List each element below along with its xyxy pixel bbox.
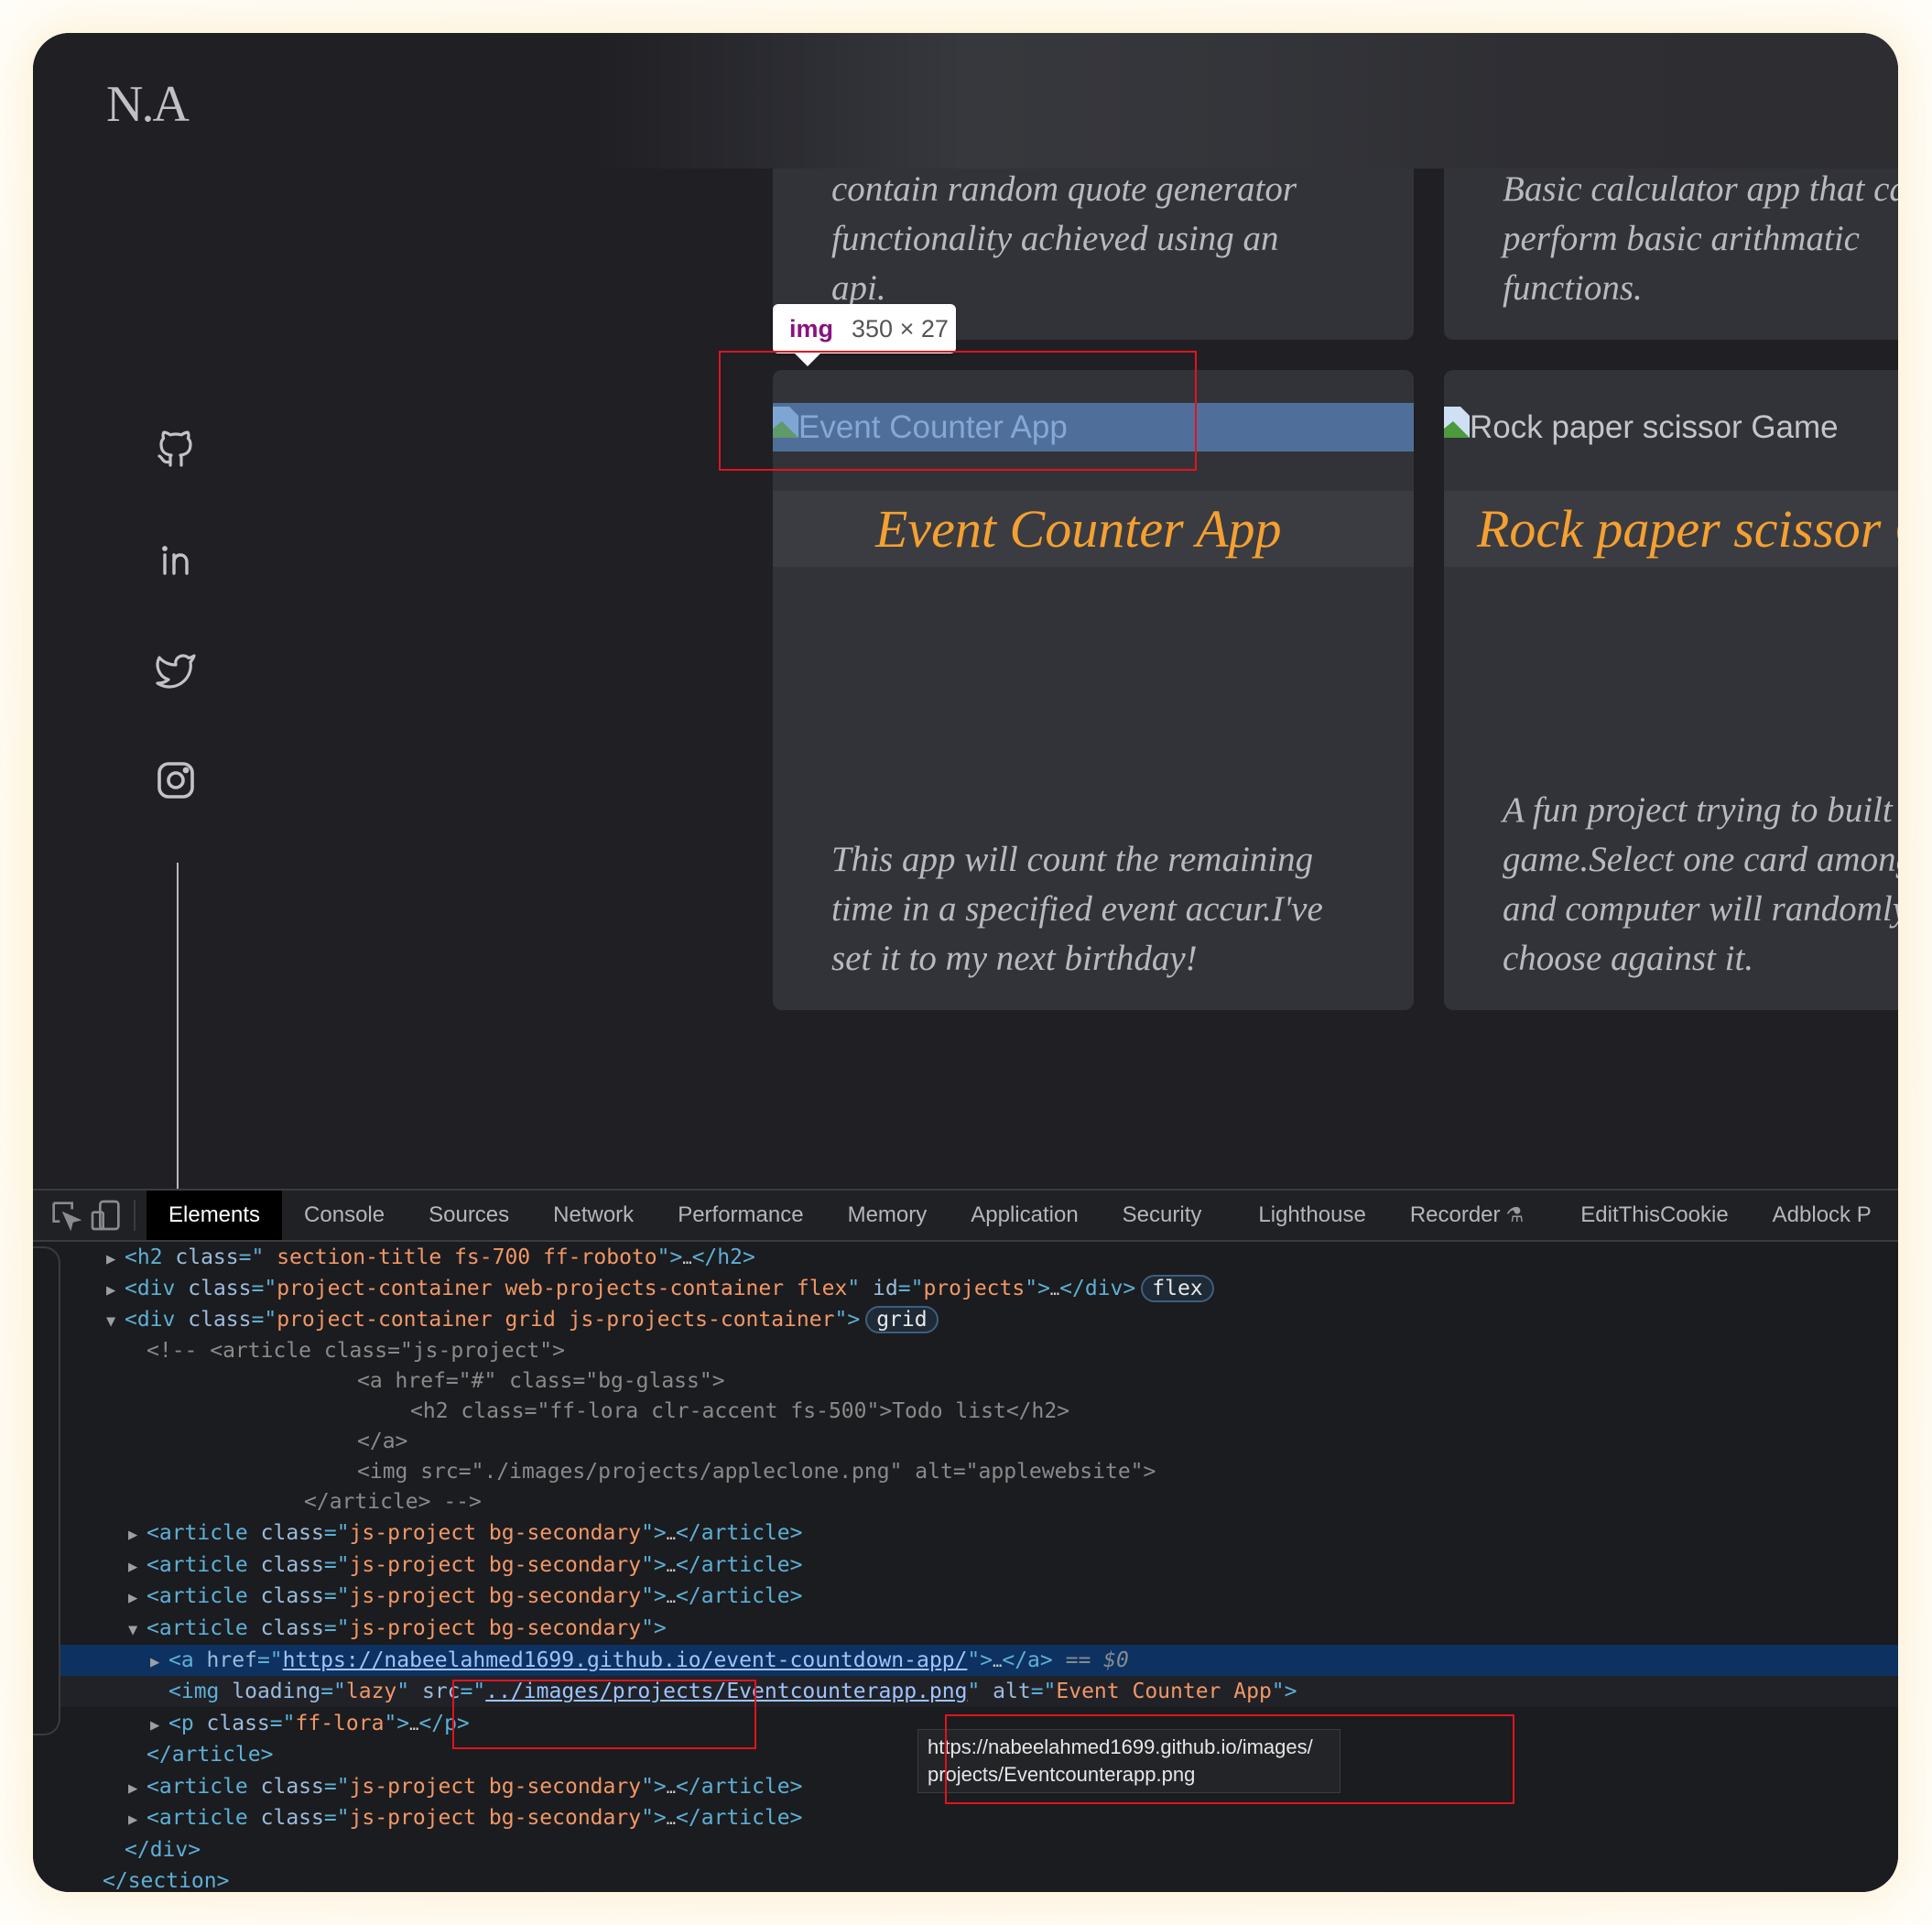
grid-badge[interactable]: grid bbox=[865, 1306, 939, 1333]
tab-security[interactable]: Security bbox=[1101, 1191, 1224, 1240]
tooltip-dimensions: 350 × 27 bbox=[852, 314, 949, 343]
inspect-element-tooltip: img 350 × 27 bbox=[773, 304, 956, 366]
project-card-rock-paper-scissor: Rock paper scissor Game Rock paper sciss… bbox=[1444, 370, 1898, 1010]
toolbar-divider bbox=[134, 1200, 136, 1231]
website-viewport: N.A contain random quote generator funct… bbox=[33, 33, 1898, 1189]
tree-close-div: </div> bbox=[125, 1838, 201, 1862]
tree-node-div-grid[interactable]: ▼ <div class="project-container grid js-p… bbox=[33, 1304, 1898, 1335]
tooltip-tag: img bbox=[789, 314, 834, 343]
site-logo[interactable]: N.A bbox=[106, 75, 190, 134]
project-description: contain random quote generator functiona… bbox=[831, 169, 1297, 308]
github-link[interactable] bbox=[154, 427, 198, 471]
device-toolbar-icon[interactable] bbox=[88, 1197, 125, 1234]
linkedin-icon bbox=[162, 546, 189, 575]
collapse-arrow-icon[interactable]: ▼ bbox=[106, 1306, 125, 1337]
twitter-icon bbox=[156, 654, 196, 689]
experimental-flask-icon: ⚗ bbox=[1505, 1203, 1525, 1226]
tree-node-div-projects[interactable]: ▶ <div class="project-container web-proje… bbox=[33, 1273, 1898, 1304]
tab-sources[interactable]: Sources bbox=[407, 1191, 531, 1240]
project-card-event-counter: Event Counter App Event Counter App This… bbox=[773, 370, 1414, 1010]
tab-editthiscookie[interactable]: EditThisCookie bbox=[1558, 1191, 1750, 1240]
expand-arrow-icon[interactable]: ▶ bbox=[128, 1519, 147, 1550]
tab-recorder-label: Recorder bbox=[1409, 1202, 1501, 1227]
browser-window: N.A contain random quote generator funct… bbox=[33, 33, 1898, 1892]
image-alt-text: Event Counter App bbox=[798, 409, 1068, 445]
project-description: A fun project trying to built game.Selec… bbox=[1503, 790, 1898, 978]
social-divider-line bbox=[177, 863, 179, 1189]
tab-adblock[interactable]: Adblock P bbox=[1751, 1191, 1894, 1240]
project-title: Rock paper scissor Game bbox=[1477, 499, 1898, 559]
expand-arrow-icon[interactable]: ▶ bbox=[128, 1804, 147, 1835]
tree-comment-line: </a> bbox=[357, 1430, 408, 1453]
project-description: Basic calculator app that can perform ba… bbox=[1503, 169, 1898, 308]
tab-application[interactable]: Application bbox=[949, 1191, 1100, 1240]
project-image-broken[interactable]: Event Counter App bbox=[773, 403, 1414, 451]
site-header: N.A bbox=[33, 33, 1898, 169]
tree-comment-line: <img src="./images/projects/appleclone.p… bbox=[357, 1460, 1156, 1484]
tree-node-a-selected[interactable]: ▶ <a href="https://nabeelahmed1699.github… bbox=[33, 1645, 1898, 1676]
tab-memory[interactable]: Memory bbox=[826, 1191, 950, 1240]
collapse-arrow-icon[interactable]: ▼ bbox=[128, 1615, 147, 1646]
tree-comment-line: <!-- <article class="js-project"> bbox=[147, 1339, 565, 1363]
tab-elements[interactable]: Elements bbox=[147, 1191, 283, 1240]
tree-node-article[interactable]: ▶ <article class="js-project bg-secondary… bbox=[33, 1802, 1898, 1833]
src-link[interactable]: ../images/projects/Eventcounterapp.png bbox=[485, 1680, 967, 1703]
twitter-link[interactable] bbox=[154, 648, 198, 692]
expand-arrow-icon[interactable]: ▶ bbox=[150, 1710, 168, 1741]
devtools-tab-bar: Elements Console Sources Network Perform… bbox=[33, 1189, 1898, 1242]
tree-node-img[interactable]: <img loading="lazy" src="../images/proje… bbox=[33, 1676, 1898, 1707]
tab-recorder[interactable]: Recorder ⚗ bbox=[1388, 1191, 1546, 1240]
github-icon bbox=[157, 430, 192, 467]
link-url-tooltip: https://nabeelahmed1699.github.io/images… bbox=[917, 1729, 1340, 1793]
expand-arrow-icon[interactable]: ▶ bbox=[106, 1244, 125, 1275]
devtools-drawer-edge bbox=[33, 1246, 60, 1735]
tab-lighthouse[interactable]: Lighthouse bbox=[1236, 1191, 1387, 1240]
broken-image-icon bbox=[1444, 406, 1470, 438]
tab-network[interactable]: Network bbox=[531, 1191, 656, 1240]
linkedin-link[interactable] bbox=[154, 538, 198, 582]
project-title-link[interactable]: Rock paper scissor Game bbox=[1444, 491, 1898, 567]
project-title: Event Counter App bbox=[875, 499, 1282, 559]
project-title-link[interactable]: Event Counter App bbox=[773, 491, 1414, 567]
selected-marker: == $0 bbox=[1065, 1648, 1129, 1672]
href-link[interactable]: https://nabeelahmed1699.github.io/event-… bbox=[283, 1648, 968, 1672]
expand-arrow-icon[interactable]: ▶ bbox=[150, 1647, 168, 1678]
inspect-element-icon[interactable] bbox=[48, 1197, 84, 1234]
image-alt-text: Rock paper scissor Game bbox=[1470, 409, 1839, 445]
tab-performance[interactable]: Performance bbox=[656, 1191, 825, 1240]
instagram-icon bbox=[157, 762, 194, 799]
tree-node-article[interactable]: ▶ <article class="js-project bg-secondary… bbox=[33, 1581, 1898, 1612]
tree-node-h2[interactable]: ▶ <h2 class=" section-title fs-700 ff-rob… bbox=[33, 1242, 1898, 1273]
tree-close-section: </section> bbox=[103, 1869, 230, 1892]
tree-node-article[interactable]: ▶ <article class="js-project bg-secondary… bbox=[33, 1517, 1898, 1549]
tree-comment-line: </article> --> bbox=[304, 1490, 482, 1514]
expand-arrow-icon[interactable]: ▶ bbox=[128, 1773, 147, 1804]
elements-tree: ▶ <h2 class=" section-title fs-700 ff-rob… bbox=[33, 1242, 1898, 1892]
project-image-broken[interactable]: Rock paper scissor Game bbox=[1444, 403, 1898, 451]
instagram-link[interactable] bbox=[154, 758, 198, 802]
expand-arrow-icon[interactable]: ▶ bbox=[128, 1582, 147, 1614]
expand-arrow-icon[interactable]: ▶ bbox=[128, 1551, 147, 1582]
tree-comment-line: <h2 class="ff-lora clr-accent fs-500">To… bbox=[410, 1399, 1070, 1423]
expand-arrow-icon[interactable]: ▶ bbox=[106, 1275, 125, 1306]
tree-node-article-expanded[interactable]: ▼ <article class="js-project bg-secondary… bbox=[33, 1613, 1898, 1644]
tree-node-article[interactable]: ▶ <article class="js-project bg-secondary… bbox=[33, 1550, 1898, 1581]
project-description: This app will count the remaining time i… bbox=[831, 840, 1323, 978]
tab-console[interactable]: Console bbox=[282, 1191, 407, 1240]
broken-image-icon bbox=[773, 406, 798, 438]
flex-badge[interactable]: flex bbox=[1141, 1275, 1214, 1302]
tree-comment-line: <a href="#" class="bg-glass"> bbox=[357, 1369, 725, 1393]
